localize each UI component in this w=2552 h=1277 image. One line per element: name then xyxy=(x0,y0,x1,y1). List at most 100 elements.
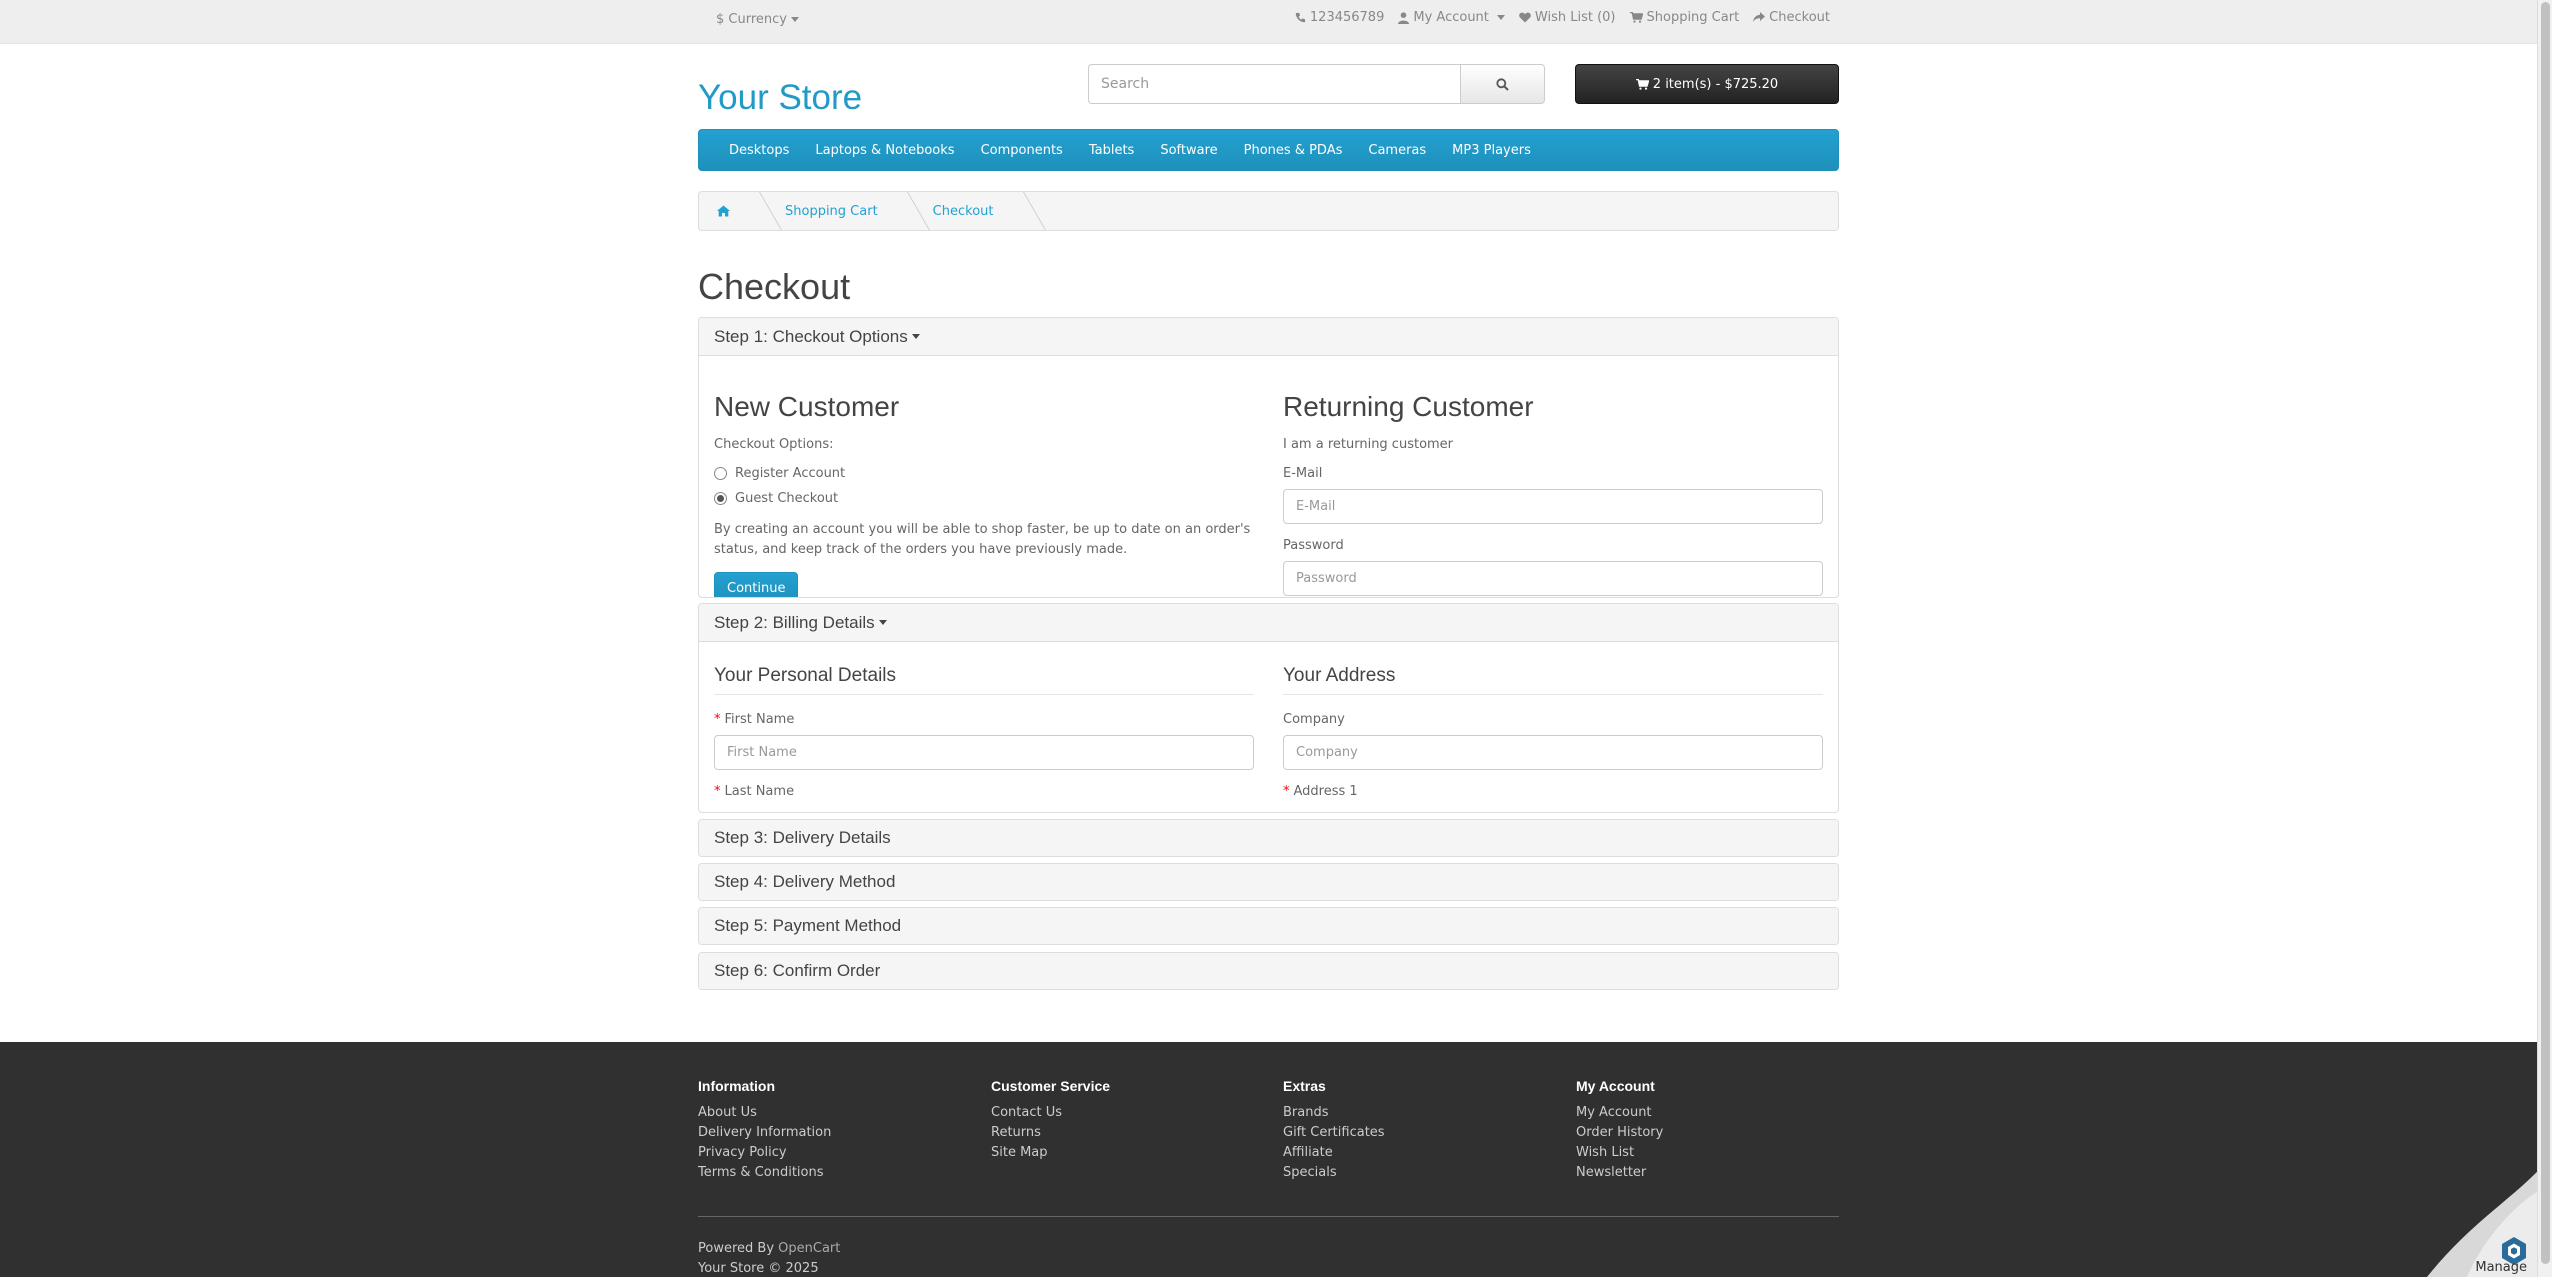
step1-panel: Step 1: Checkout Options New Customer Ch… xyxy=(698,317,1839,598)
footer-link-newsletter[interactable]: Newsletter xyxy=(1576,1163,1663,1183)
footer-information-title: Information xyxy=(698,1078,775,1094)
footer-link-my-account[interactable]: My Account xyxy=(1576,1103,1663,1123)
search-icon xyxy=(1496,77,1509,91)
opencart-link[interactable]: OpenCart xyxy=(778,1241,840,1256)
first-name-field[interactable]: First Name xyxy=(714,735,1254,770)
step3-panel[interactable]: Step 3: Delivery Details xyxy=(698,819,1839,857)
footer-link-brands[interactable]: Brands xyxy=(1283,1103,1385,1123)
menu-item-mp3[interactable]: MP3 Players xyxy=(1439,143,1544,158)
footer-link-affiliate[interactable]: Affiliate xyxy=(1283,1143,1385,1163)
footer-link-terms[interactable]: Terms & Conditions xyxy=(698,1163,831,1183)
search-button[interactable] xyxy=(1460,64,1545,104)
footer-link-site-map[interactable]: Site Map xyxy=(991,1143,1110,1163)
footer-extras: Extras Brands Gift Certificates Affiliat… xyxy=(1283,1078,1385,1183)
my-account-label: My Account xyxy=(1413,10,1489,25)
cart-total-button[interactable]: 2 item(s) - $725.20 xyxy=(1575,64,1839,104)
phone-link[interactable]: 123456789 xyxy=(1295,10,1384,25)
menu-item-components[interactable]: Components xyxy=(968,143,1076,158)
guest-checkout-radio[interactable] xyxy=(714,492,727,505)
email-field[interactable]: E-Mail xyxy=(1283,489,1823,524)
phone-icon xyxy=(1295,12,1305,23)
guest-checkout-option[interactable]: Guest Checkout xyxy=(714,491,1254,506)
step4-header[interactable]: Step 4: Delivery Method xyxy=(699,864,1838,900)
checkout-link[interactable]: Checkout xyxy=(1753,10,1830,25)
menu-item-cameras[interactable]: Cameras xyxy=(1355,143,1439,158)
footer-link-delivery-information[interactable]: Delivery Information xyxy=(698,1123,831,1143)
footer xyxy=(0,1042,2537,1277)
manage-label: Manage xyxy=(2475,1260,2527,1275)
share-icon xyxy=(1753,12,1766,22)
powered-by: Powered By OpenCart Your Store © 2025 xyxy=(698,1239,840,1277)
manage-widget[interactable]: Manage xyxy=(2427,1172,2537,1277)
step5-header[interactable]: Step 5: Payment Method xyxy=(699,908,1838,944)
currency-dropdown[interactable]: $ Currency xyxy=(716,12,799,27)
returning-customer-heading: Returning Customer xyxy=(1283,391,1534,422)
menu-item-phones[interactable]: Phones & PDAs xyxy=(1231,143,1356,158)
breadcrumb: Shopping Cart Checkout xyxy=(698,191,1839,231)
cart-icon xyxy=(1635,78,1649,90)
address1-label: * Address 1 xyxy=(1283,784,1358,799)
copyright: Your Store © 2025 xyxy=(698,1261,819,1276)
footer-link-order-history[interactable]: Order History xyxy=(1576,1123,1663,1143)
register-account-radio[interactable] xyxy=(714,467,727,480)
email-label: E-Mail xyxy=(1283,466,1323,481)
step1-header[interactable]: Step 1: Checkout Options xyxy=(699,318,1838,356)
company-label: Company xyxy=(1283,712,1345,727)
new-customer-section: New Customer Checkout Options: Register … xyxy=(714,391,1254,597)
phone-text: 123456789 xyxy=(1309,10,1385,25)
search-bar xyxy=(1088,64,1545,104)
powered-by-label: Powered By xyxy=(698,1241,775,1256)
register-account-label: Register Account xyxy=(735,466,846,481)
caret-down-icon xyxy=(878,620,887,625)
footer-link-specials[interactable]: Specials xyxy=(1283,1163,1385,1183)
user-icon xyxy=(1398,11,1410,24)
currency-symbol: $ xyxy=(716,12,725,27)
cart-total-text: 2 item(s) - $725.20 xyxy=(1652,76,1779,92)
step2-header[interactable]: Step 2: Billing Details xyxy=(699,604,1838,642)
footer-link-privacy-policy[interactable]: Privacy Policy xyxy=(698,1143,831,1163)
footer-link-returns[interactable]: Returns xyxy=(991,1123,1110,1143)
password-label: Password xyxy=(1283,538,1344,553)
scrollbar-thumb[interactable] xyxy=(2541,2,2550,1264)
page-title: Checkout xyxy=(698,266,851,307)
heart-icon xyxy=(1519,12,1531,23)
footer-link-wish-list[interactable]: Wish List xyxy=(1576,1143,1663,1163)
wish-list-label: Wish List (0) xyxy=(1534,10,1616,25)
footer-link-contact-us[interactable]: Contact Us xyxy=(991,1103,1110,1123)
menu-item-software[interactable]: Software xyxy=(1147,143,1230,158)
breadcrumb-shopping-cart[interactable]: Shopping Cart xyxy=(758,192,906,230)
menu-item-tablets[interactable]: Tablets xyxy=(1076,143,1148,158)
continue-button[interactable]: Continue xyxy=(714,572,799,597)
footer-link-gift-certificates[interactable]: Gift Certificates xyxy=(1283,1123,1385,1143)
address-section: Your Address Company Company * Address 1 xyxy=(1283,665,1823,799)
step6-header[interactable]: Step 6: Confirm Order xyxy=(699,953,1838,989)
company-field[interactable]: Company xyxy=(1283,735,1823,770)
step5-panel[interactable]: Step 5: Payment Method xyxy=(698,907,1839,945)
breadcrumb-checkout[interactable]: Checkout xyxy=(906,192,1022,230)
caret-down-icon xyxy=(1496,15,1505,20)
breadcrumb-home[interactable] xyxy=(699,192,758,230)
menu-item-laptops[interactable]: Laptops & Notebooks xyxy=(802,143,967,158)
store-logo[interactable]: Your Store xyxy=(698,78,862,118)
password-field[interactable]: Password xyxy=(1283,561,1823,596)
register-account-option[interactable]: Register Account xyxy=(714,466,1254,481)
checkout-label: Checkout xyxy=(1769,10,1830,25)
main-menu: Desktops Laptops & Notebooks Components … xyxy=(698,129,1839,171)
wish-list-link[interactable]: Wish List (0) xyxy=(1519,10,1616,25)
step6-panel[interactable]: Step 6: Confirm Order xyxy=(698,952,1839,990)
footer-my-account-title: My Account xyxy=(1576,1078,1655,1094)
step3-header[interactable]: Step 3: Delivery Details xyxy=(699,820,1838,856)
step4-panel[interactable]: Step 4: Delivery Method xyxy=(698,863,1839,901)
footer-link-about-us[interactable]: About Us xyxy=(698,1103,831,1123)
vertical-scrollbar[interactable] xyxy=(2537,0,2552,1277)
my-account-dropdown[interactable]: My Account xyxy=(1398,10,1505,25)
shopping-cart-label: Shopping Cart xyxy=(1646,10,1740,25)
search-input[interactable] xyxy=(1088,64,1460,104)
home-icon xyxy=(717,205,730,217)
footer-my-account: My Account My Account Order History Wish… xyxy=(1576,1078,1663,1183)
menu-item-desktops[interactable]: Desktops xyxy=(716,143,802,158)
top-bar: $ Currency 123456789 My Account Wish Lis… xyxy=(0,0,2537,44)
shopping-cart-link[interactable]: Shopping Cart xyxy=(1629,10,1740,25)
new-customer-heading: New Customer xyxy=(714,391,900,422)
personal-details-legend: Your Personal Details xyxy=(714,665,1254,695)
